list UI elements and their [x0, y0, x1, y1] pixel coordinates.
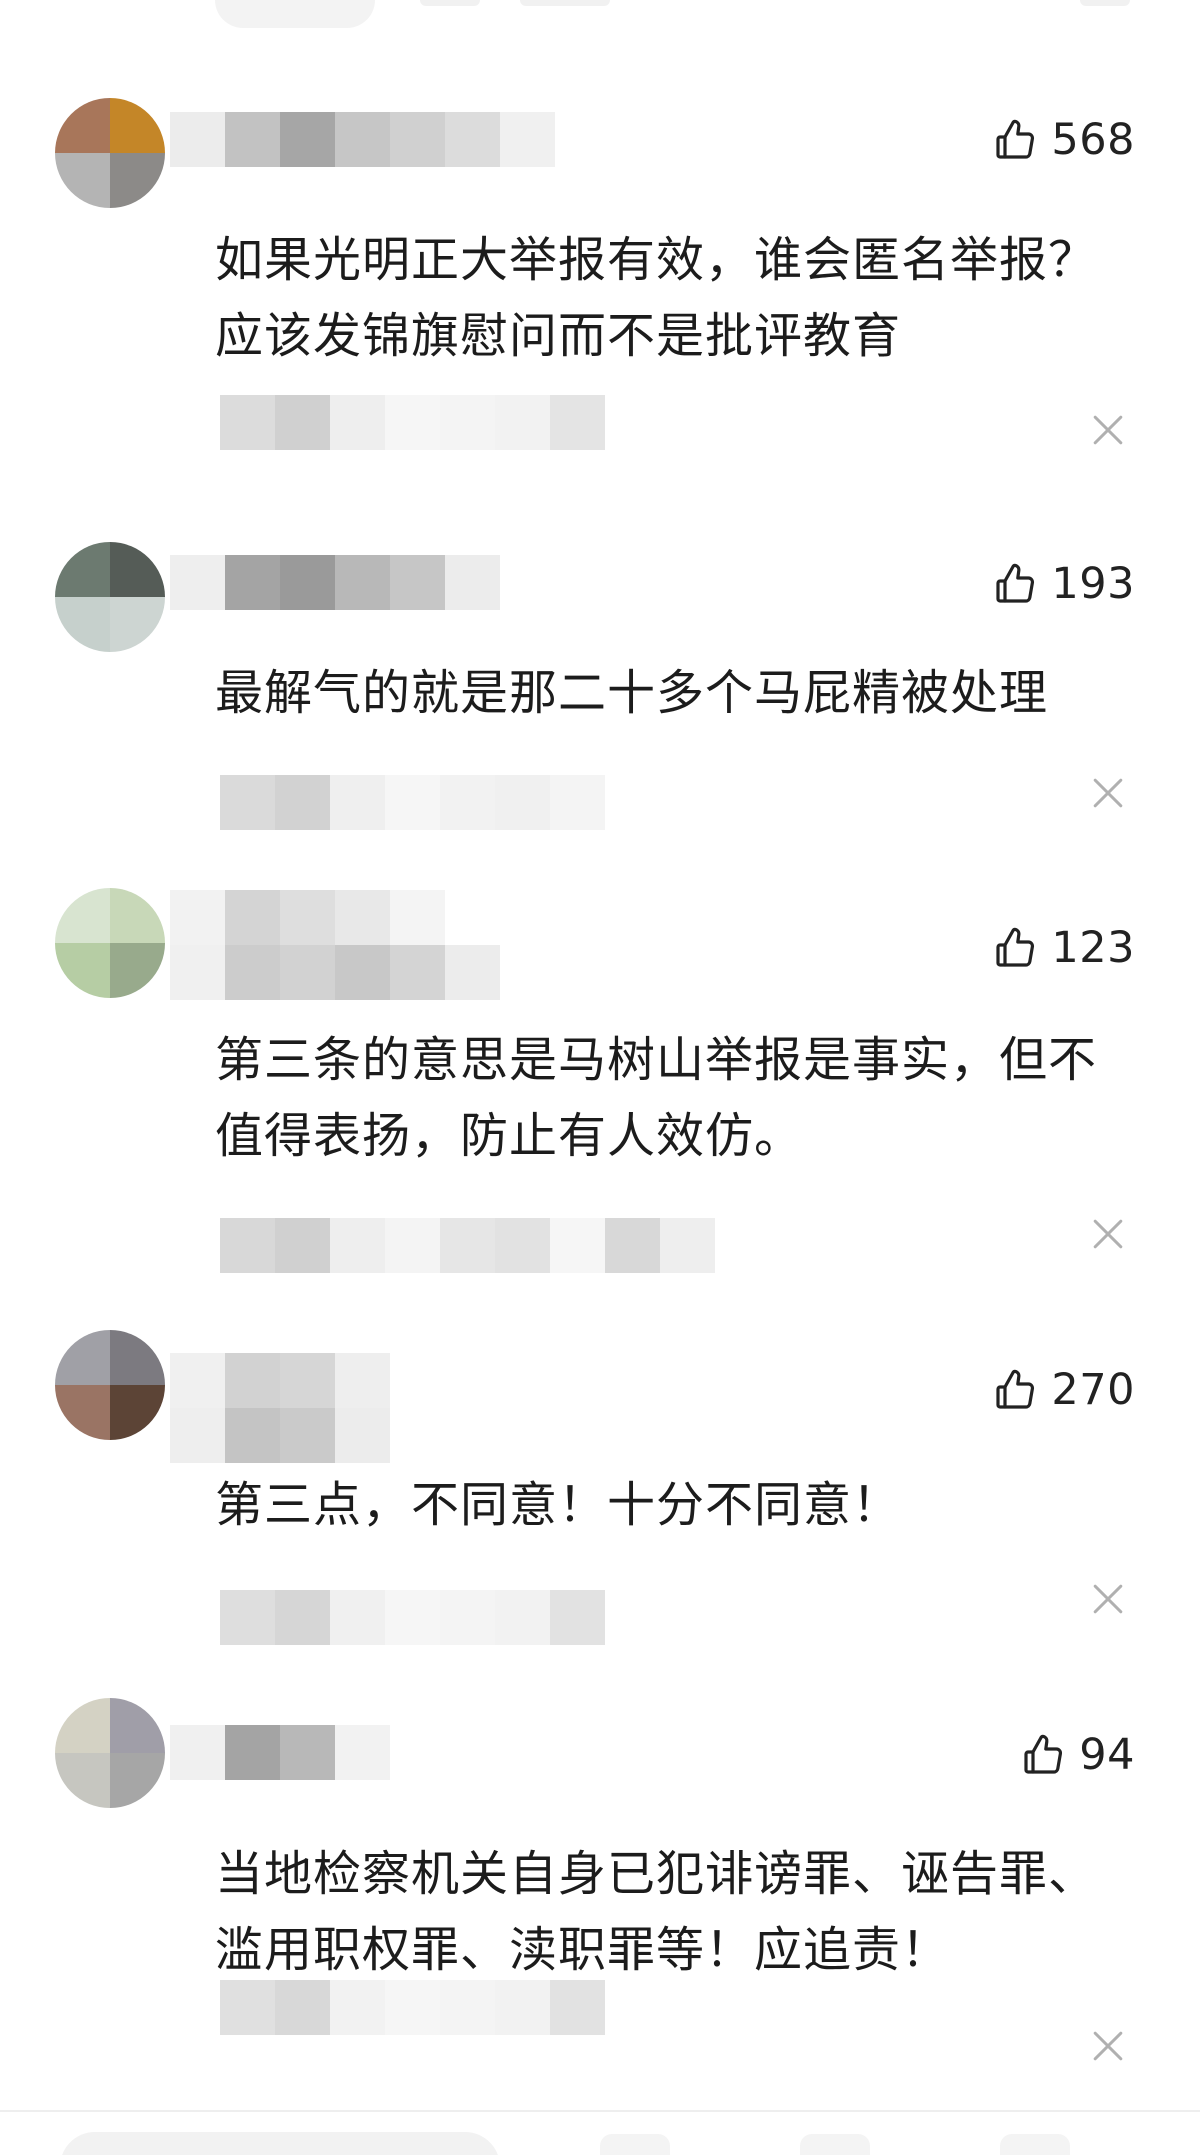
close-icon [1086, 1577, 1130, 1621]
like-count: 270 [1051, 1365, 1135, 1415]
like-count: 123 [1051, 923, 1135, 973]
comment-meta-blurred [220, 775, 605, 830]
comment-text: 第三条的意思是马树山举报是事实，但不值得表扬，防止有人效仿。 [215, 1032, 1098, 1164]
reply-pill [215, 0, 375, 28]
user-avatar[interactable] [55, 542, 165, 652]
like-count: 193 [1051, 559, 1135, 609]
comment-text: 第三点，不同意！十分不同意！ [215, 1477, 902, 1533]
comment-meta-blurred [220, 1590, 605, 1645]
comment-input-bar [0, 2110, 1200, 2155]
close-icon [1086, 1212, 1130, 1256]
user-avatar[interactable] [55, 888, 165, 998]
thumbs-up-icon [1019, 1731, 1067, 1779]
username-blurred[interactable] [170, 890, 445, 945]
previous-comment-remnant [0, 0, 1200, 30]
username-blurred[interactable] [170, 1725, 390, 1780]
close-icon [1086, 2024, 1130, 2068]
thumbs-up-icon [991, 1366, 1039, 1414]
like-count: 568 [1051, 115, 1135, 165]
favorite-button[interactable] [800, 2134, 870, 2155]
username-blurred[interactable] [170, 112, 555, 167]
thumbs-up-icon [991, 924, 1039, 972]
comment-text: 如果光明正大举报有效，谁会匿名举报？应该发锦旗慰问而不是批评教育 [215, 232, 1098, 364]
user-avatar[interactable] [55, 1698, 165, 1808]
dismiss-button[interactable] [1086, 408, 1130, 452]
like-button[interactable]: 123 [991, 920, 1135, 976]
dismiss-button[interactable] [1086, 1577, 1130, 1621]
dismiss-button[interactable] [1086, 1212, 1130, 1256]
like-button[interactable]: 94 [1019, 1727, 1135, 1783]
share-button[interactable] [600, 2134, 670, 2155]
user-avatar[interactable] [55, 98, 165, 208]
dismiss-button[interactable] [1086, 771, 1130, 815]
like-button[interactable] [1000, 2134, 1070, 2155]
username-blurred[interactable] [170, 555, 500, 610]
username-blurred[interactable] [170, 1353, 390, 1408]
like-button[interactable]: 193 [991, 556, 1135, 612]
comment-meta-blurred [220, 395, 605, 450]
like-count: 94 [1079, 1730, 1135, 1780]
thumbs-up-icon [991, 560, 1039, 608]
comment-text: 当地检察机关自身已犯诽谤罪、诬告罪、滥用职权罪、渎职罪等！应追责！ [215, 1846, 1098, 1978]
username-blurred [170, 1408, 390, 1463]
comment-text: 最解气的就是那二十多个马屁精被处理 [215, 665, 1049, 721]
thumbs-up-icon [991, 116, 1039, 164]
comment-meta-blurred [220, 1980, 605, 2035]
comment-meta-blurred [220, 1218, 715, 1273]
username-blurred [170, 945, 500, 1000]
comment-input[interactable] [60, 2132, 500, 2155]
dismiss-button[interactable] [1086, 2024, 1130, 2068]
close-icon [1086, 771, 1130, 815]
user-avatar[interactable] [55, 1330, 165, 1440]
like-button[interactable]: 568 [991, 112, 1135, 168]
like-button[interactable]: 270 [991, 1362, 1135, 1418]
close-icon [1086, 408, 1130, 452]
